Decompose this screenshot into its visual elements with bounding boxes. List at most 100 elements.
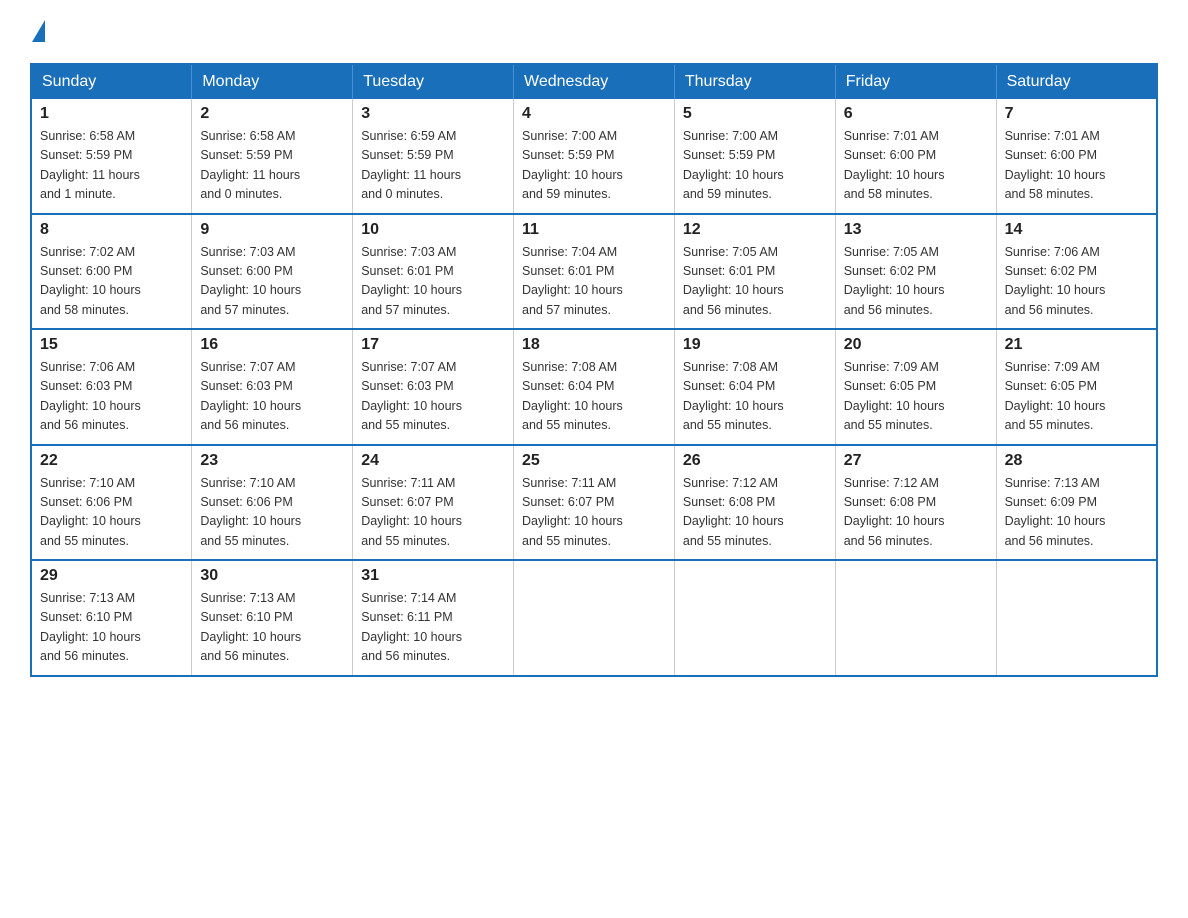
- day-number: 9: [200, 221, 344, 239]
- day-info: Sunrise: 6:59 AMSunset: 5:59 PMDaylight:…: [361, 127, 505, 205]
- calendar-table: SundayMondayTuesdayWednesdayThursdayFrid…: [30, 63, 1158, 677]
- day-number: 30: [200, 567, 344, 585]
- day-number: 27: [844, 452, 988, 470]
- day-number: 17: [361, 336, 505, 354]
- day-number: 29: [40, 567, 183, 585]
- day-info: Sunrise: 7:14 AMSunset: 6:11 PMDaylight:…: [361, 589, 505, 667]
- calendar-cell: 19Sunrise: 7:08 AMSunset: 6:04 PMDayligh…: [674, 329, 835, 445]
- calendar-cell: [674, 560, 835, 676]
- calendar-cell: 28 Sunrise: 7:13 AMSunset: 6:09 PMDayligh…: [996, 445, 1157, 561]
- day-info: Sunrise: 7:11 AMSunset: 6:07 PMDaylight:…: [522, 474, 666, 552]
- day-info: Sunrise: 7:00 AMSunset: 5:59 PMDaylight:…: [683, 127, 827, 205]
- day-info: Sunrise: 7:06 AMSunset: 6:02 PMDaylight:…: [1005, 243, 1148, 321]
- calendar-header-wednesday: Wednesday: [514, 64, 675, 99]
- day-info: Sunrise: 7:08 AMSunset: 6:04 PMDaylight:…: [522, 358, 666, 436]
- calendar-week-row: 8 Sunrise: 7:02 AMSunset: 6:00 PMDaylight…: [31, 214, 1157, 330]
- calendar-week-row: 22 Sunrise: 7:10 AMSunset: 6:06 PMDayligh…: [31, 445, 1157, 561]
- calendar-cell: 9 Sunrise: 7:03 AMSunset: 6:00 PMDaylight…: [192, 214, 353, 330]
- day-number: 4: [522, 105, 666, 123]
- day-number: 23: [200, 452, 344, 470]
- day-info: Sunrise: 7:10 AMSunset: 6:06 PMDaylight:…: [40, 474, 183, 552]
- day-number: 28: [1005, 452, 1148, 470]
- day-info: Sunrise: 7:13 AMSunset: 6:09 PMDaylight:…: [1005, 474, 1148, 552]
- calendar-cell: 7 Sunrise: 7:01 AMSunset: 6:00 PMDaylight…: [996, 99, 1157, 214]
- page-header: [30, 20, 1158, 45]
- day-number: 6: [844, 105, 988, 123]
- day-number: 26: [683, 452, 827, 470]
- calendar-cell: [996, 560, 1157, 676]
- calendar-cell: [514, 560, 675, 676]
- day-info: Sunrise: 7:09 AMSunset: 6:05 PMDaylight:…: [844, 358, 988, 436]
- day-info: Sunrise: 7:02 AMSunset: 6:00 PMDaylight:…: [40, 243, 183, 321]
- logo: [30, 20, 45, 45]
- calendar-cell: 30 Sunrise: 7:13 AMSunset: 6:10 PMDayligh…: [192, 560, 353, 676]
- calendar-cell: 2 Sunrise: 6:58 AMSunset: 5:59 PMDaylight…: [192, 99, 353, 214]
- calendar-cell: 6 Sunrise: 7:01 AMSunset: 6:00 PMDaylight…: [835, 99, 996, 214]
- day-number: 7: [1005, 105, 1148, 123]
- day-number: 31: [361, 567, 505, 585]
- day-info: Sunrise: 7:10 AMSunset: 6:06 PMDaylight:…: [200, 474, 344, 552]
- calendar-cell: 23 Sunrise: 7:10 AMSunset: 6:06 PMDayligh…: [192, 445, 353, 561]
- logo-triangle-icon: [32, 20, 45, 42]
- day-info: Sunrise: 7:07 AMSunset: 6:03 PMDaylight:…: [361, 358, 505, 436]
- calendar-header-tuesday: Tuesday: [353, 64, 514, 99]
- day-number: 11: [522, 221, 666, 239]
- calendar-cell: 10 Sunrise: 7:03 AMSunset: 6:01 PMDayligh…: [353, 214, 514, 330]
- calendar-cell: 18 Sunrise: 7:08 AMSunset: 6:04 PMDayligh…: [514, 329, 675, 445]
- day-number: 3: [361, 105, 505, 123]
- day-info: Sunrise: 7:01 AMSunset: 6:00 PMDaylight:…: [1005, 127, 1148, 205]
- calendar-week-row: 1Sunrise: 6:58 AMSunset: 5:59 PMDaylight…: [31, 99, 1157, 214]
- day-info: Sunrise: 6:58 AMSunset: 5:59 PMDaylight:…: [200, 127, 344, 205]
- calendar-cell: 11Sunrise: 7:04 AMSunset: 6:01 PMDayligh…: [514, 214, 675, 330]
- day-number: 18: [522, 336, 666, 354]
- day-info: Sunrise: 7:06 AMSunset: 6:03 PMDaylight:…: [40, 358, 183, 436]
- day-info: Sunrise: 7:03 AMSunset: 6:00 PMDaylight:…: [200, 243, 344, 321]
- calendar-cell: 17 Sunrise: 7:07 AMSunset: 6:03 PMDayligh…: [353, 329, 514, 445]
- calendar-header-monday: Monday: [192, 64, 353, 99]
- calendar-cell: 1Sunrise: 6:58 AMSunset: 5:59 PMDaylight…: [31, 99, 192, 214]
- day-info: Sunrise: 6:58 AMSunset: 5:59 PMDaylight:…: [40, 127, 183, 205]
- day-info: Sunrise: 7:09 AMSunset: 6:05 PMDaylight:…: [1005, 358, 1148, 436]
- calendar-cell: 31 Sunrise: 7:14 AMSunset: 6:11 PMDayligh…: [353, 560, 514, 676]
- day-number: 8: [40, 221, 183, 239]
- day-number: 14: [1005, 221, 1148, 239]
- day-number: 22: [40, 452, 183, 470]
- calendar-cell: 13Sunrise: 7:05 AMSunset: 6:02 PMDayligh…: [835, 214, 996, 330]
- calendar-cell: 14 Sunrise: 7:06 AMSunset: 6:02 PMDayligh…: [996, 214, 1157, 330]
- day-number: 13: [844, 221, 988, 239]
- day-number: 24: [361, 452, 505, 470]
- day-number: 12: [683, 221, 827, 239]
- day-info: Sunrise: 7:11 AMSunset: 6:07 PMDaylight:…: [361, 474, 505, 552]
- day-info: Sunrise: 7:03 AMSunset: 6:01 PMDaylight:…: [361, 243, 505, 321]
- calendar-week-row: 15 Sunrise: 7:06 AMSunset: 6:03 PMDayligh…: [31, 329, 1157, 445]
- calendar-week-row: 29 Sunrise: 7:13 AMSunset: 6:10 PMDayligh…: [31, 560, 1157, 676]
- day-number: 20: [844, 336, 988, 354]
- day-number: 25: [522, 452, 666, 470]
- calendar-cell: 27Sunrise: 7:12 AMSunset: 6:08 PMDayligh…: [835, 445, 996, 561]
- day-number: 21: [1005, 336, 1148, 354]
- calendar-cell: 8 Sunrise: 7:02 AMSunset: 6:00 PMDaylight…: [31, 214, 192, 330]
- calendar-cell: 21 Sunrise: 7:09 AMSunset: 6:05 PMDayligh…: [996, 329, 1157, 445]
- day-number: 16: [200, 336, 344, 354]
- day-number: 15: [40, 336, 183, 354]
- day-number: 2: [200, 105, 344, 123]
- day-info: Sunrise: 7:05 AMSunset: 6:01 PMDaylight:…: [683, 243, 827, 321]
- day-info: Sunrise: 7:07 AMSunset: 6:03 PMDaylight:…: [200, 358, 344, 436]
- calendar-cell: 5Sunrise: 7:00 AMSunset: 5:59 PMDaylight…: [674, 99, 835, 214]
- calendar-header-row: SundayMondayTuesdayWednesdayThursdayFrid…: [31, 64, 1157, 99]
- day-number: 19: [683, 336, 827, 354]
- calendar-cell: 26 Sunrise: 7:12 AMSunset: 6:08 PMDayligh…: [674, 445, 835, 561]
- calendar-cell: 24 Sunrise: 7:11 AMSunset: 6:07 PMDayligh…: [353, 445, 514, 561]
- calendar-cell: 3 Sunrise: 6:59 AMSunset: 5:59 PMDaylight…: [353, 99, 514, 214]
- day-info: Sunrise: 7:01 AMSunset: 6:00 PMDaylight:…: [844, 127, 988, 205]
- calendar-cell: [835, 560, 996, 676]
- day-number: 10: [361, 221, 505, 239]
- day-info: Sunrise: 7:13 AMSunset: 6:10 PMDaylight:…: [200, 589, 344, 667]
- calendar-cell: 4 Sunrise: 7:00 AMSunset: 5:59 PMDaylight…: [514, 99, 675, 214]
- calendar-header-saturday: Saturday: [996, 64, 1157, 99]
- day-info: Sunrise: 7:13 AMSunset: 6:10 PMDaylight:…: [40, 589, 183, 667]
- calendar-cell: 25 Sunrise: 7:11 AMSunset: 6:07 PMDayligh…: [514, 445, 675, 561]
- day-info: Sunrise: 7:12 AMSunset: 6:08 PMDaylight:…: [683, 474, 827, 552]
- calendar-header-friday: Friday: [835, 64, 996, 99]
- day-info: Sunrise: 7:00 AMSunset: 5:59 PMDaylight:…: [522, 127, 666, 205]
